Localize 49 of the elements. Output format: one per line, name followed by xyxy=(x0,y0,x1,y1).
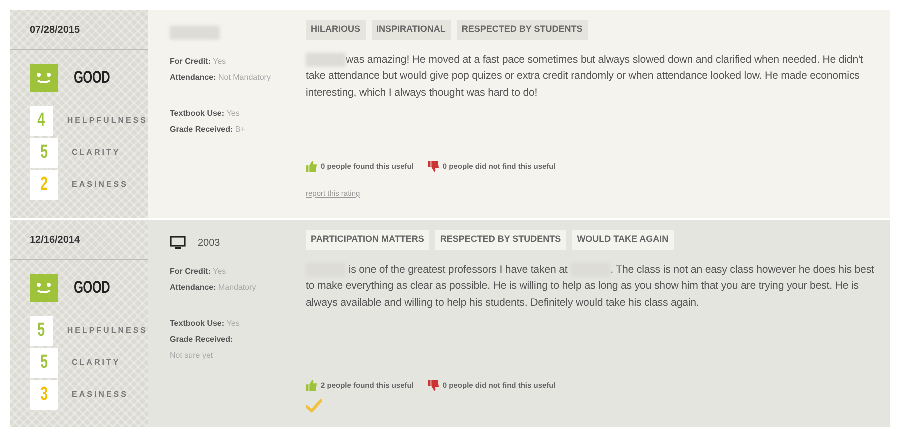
score-value: 2 xyxy=(30,170,58,200)
score-value: 5 xyxy=(30,316,54,346)
score-label: EASINESS xyxy=(72,179,128,191)
detail-label: For Credit: xyxy=(170,267,211,276)
detail-value: B+ xyxy=(235,125,246,134)
comment-text: is one of the greatest professors I have taken at . The class is not an easy class however he does his best to make everything as clear as possible. He is willing to help as long as you show him that you are trying your best. He is always available and willing to help his students. Definitely would take his class again. xyxy=(306,262,876,310)
score-value: 3 xyxy=(30,380,58,410)
score-label: EASINESS xyxy=(72,389,128,401)
smiley-icon xyxy=(30,274,58,302)
class-name: 2003 xyxy=(198,236,220,250)
rating-date: 12/16/2014 xyxy=(30,234,80,248)
thumbs-up-icon xyxy=(306,160,317,172)
detail-label: Attendance: xyxy=(170,73,216,82)
score-value: 5 xyxy=(30,348,58,378)
tag: RESPECTED BY STUDENTS xyxy=(456,20,588,40)
smiley-icon xyxy=(30,64,58,92)
detail-value: Mandatory xyxy=(218,283,256,292)
detail-label: For Credit: xyxy=(170,57,211,66)
tag: WOULD TAKE AGAIN xyxy=(572,230,674,250)
tag: PARTICIPATION MATTERS xyxy=(306,230,430,250)
quality-label: GOOD xyxy=(74,277,110,300)
tag: HILARIOUS xyxy=(306,20,366,40)
detail-value: Yes xyxy=(213,267,226,276)
detail-value: Yes xyxy=(213,57,226,66)
detail-label: Grade Received: xyxy=(170,125,234,134)
thumbs-up-icon xyxy=(306,380,317,391)
comment-text: was amazing! He moved at a fast pace sometimes but always slowed down and clarified when needed. He didn't take attendance but would give pop quizes or extra credit randomly or when attendance looked low. He made economics interesting, which I always thought was hard to do! xyxy=(306,52,864,100)
score-label: HELPFULNESS xyxy=(67,115,148,127)
score-label: CLARITY xyxy=(72,147,121,159)
monitor-icon xyxy=(170,236,186,250)
thumbs-down-icon xyxy=(428,380,439,391)
quality-label: GOOD xyxy=(74,67,110,90)
detail-value: Not sure yet xyxy=(170,351,214,360)
tag: INSPIRATIONAL xyxy=(372,20,451,40)
detail-label: Textbook Use: xyxy=(170,109,225,118)
score-value: 5 xyxy=(30,138,58,168)
redacted-name xyxy=(170,26,220,40)
score-label: CLARITY xyxy=(72,357,121,369)
detail-label: Attendance: xyxy=(170,283,216,292)
rating-date: 07/28/2015 xyxy=(30,24,80,38)
score-label: HELPFULNESS xyxy=(67,325,148,337)
detail-value: Yes xyxy=(226,319,240,328)
thumbs-down-icon xyxy=(428,160,439,172)
detail-label: Textbook Use: xyxy=(170,319,225,328)
detail-value: Yes xyxy=(226,109,240,118)
score-value: 4 xyxy=(30,106,54,136)
detail-label: Grade Received: xyxy=(170,334,234,346)
tag: RESPECTED BY STUDENTS xyxy=(435,230,566,250)
detail-value: Not Mandatory xyxy=(218,73,271,82)
